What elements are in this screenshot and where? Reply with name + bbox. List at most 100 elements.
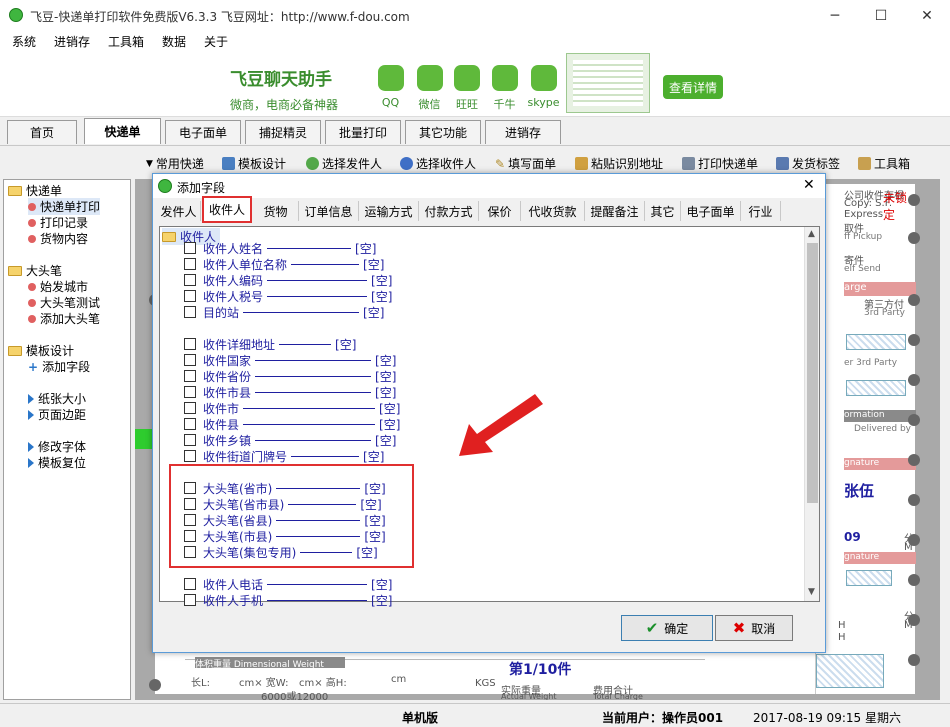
tree-item-font[interactable]: 修改字体 <box>28 438 86 455</box>
common-express-button[interactable]: ▼ 常用快递 <box>146 155 204 172</box>
bullet-icon <box>28 298 36 307</box>
cancel-button[interactable]: ✖ 取消 <box>715 615 793 641</box>
field-row[interactable]: 收件人手机 [空] <box>184 592 392 608</box>
checkbox[interactable] <box>184 578 196 590</box>
checkbox[interactable] <box>184 354 196 366</box>
tab-e-waybill[interactable]: 电子面单 <box>165 120 241 144</box>
tab-other[interactable]: 其它功能 <box>405 120 481 144</box>
tree-group-marker[interactable]: 大头笔 <box>8 262 62 279</box>
qianniu-icon <box>491 65 518 91</box>
close-button[interactable]: ✕ <box>904 0 950 31</box>
tab-capture[interactable]: 捕捉精灵 <box>245 120 321 144</box>
checkbox[interactable] <box>184 434 196 446</box>
dtab-industry[interactable]: 行业 <box>741 201 781 221</box>
field-row[interactable]: 收件人电话 [空] <box>184 576 392 592</box>
pencil-icon <box>222 157 235 170</box>
tab-home[interactable]: 首页 <box>7 120 77 144</box>
scroll-thumb[interactable] <box>807 243 818 503</box>
checkbox[interactable] <box>184 258 196 270</box>
wangwang-app[interactable]: 旺旺 <box>448 65 486 112</box>
skype-app[interactable]: skype <box>523 65 564 112</box>
checkbox[interactable] <box>184 370 196 382</box>
dtab-receiver[interactable]: 收件人 <box>202 196 252 223</box>
scroll-down-icon[interactable]: ▼ <box>808 587 815 597</box>
dtab-insurance[interactable]: 保价 <box>479 201 521 221</box>
tree-item-goods[interactable]: 货物内容 <box>28 230 88 247</box>
fill-waybill-button[interactable]: ✎ 填写面单 <box>495 155 556 172</box>
checkbox[interactable] <box>184 338 196 350</box>
select-sender-button[interactable]: 选择发件人 <box>306 155 382 172</box>
field-row[interactable]: 收件市县 [空] <box>184 384 396 400</box>
checkbox[interactable] <box>184 418 196 430</box>
tree-item-add-field[interactable]: + 添加字段 <box>28 358 90 375</box>
ok-button[interactable]: ✔ 确定 <box>621 615 713 641</box>
wechat-app[interactable]: 微信 <box>411 65 448 112</box>
checkbox[interactable] <box>184 306 196 318</box>
tree-item-reset-template[interactable]: 模板复位 <box>28 454 86 471</box>
field-row[interactable]: 收件县 [空] <box>184 416 400 432</box>
menu-system[interactable]: 系统 <box>12 33 36 50</box>
lock-status[interactable]: 未锁定 <box>883 189 915 223</box>
dtab-cod[interactable]: 代收货款 <box>521 201 585 221</box>
checkbox[interactable] <box>184 274 196 286</box>
triangle-icon <box>28 441 34 452</box>
field-row[interactable]: 收件省份 [空] <box>184 368 396 384</box>
tree-item-origin-city[interactable]: 始发城市 <box>28 278 88 295</box>
shipping-label-button[interactable]: 发货标签 <box>776 155 840 172</box>
dtab-e-waybill[interactable]: 电子面单 <box>681 201 741 221</box>
dtab-order-info[interactable]: 订单信息 <box>299 201 359 221</box>
menu-inventory[interactable]: 进销存 <box>54 33 90 50</box>
leader-line <box>267 247 352 249</box>
tree-item-marker-test[interactable]: 大头笔测试 <box>28 294 100 311</box>
dtab-remarks[interactable]: 提醒备注 <box>585 201 645 221</box>
checkbox[interactable] <box>184 242 196 254</box>
menu-data[interactable]: 数据 <box>162 33 186 50</box>
field-label: 收件乡镇 <box>203 433 252 448</box>
tab-batch-print[interactable]: 批量打印 <box>325 120 401 144</box>
field-row[interactable]: 收件乡镇 [空] <box>184 432 396 448</box>
checkbox[interactable] <box>184 594 196 606</box>
checkbox[interactable] <box>184 402 196 414</box>
field-row[interactable]: 收件人税号 [空] <box>184 288 392 304</box>
dtab-goods[interactable]: 货物 <box>253 201 299 221</box>
tree-item-paper-size[interactable]: 纸张大小 <box>28 390 86 407</box>
tree-group-waybill[interactable]: 快递单 <box>8 182 62 199</box>
dialog-close-icon[interactable]: ✕ <box>803 177 815 193</box>
tree-group-template[interactable]: 模板设计 <box>8 342 74 359</box>
tree-item-page-margin[interactable]: 页面边距 <box>28 406 86 423</box>
maximize-button[interactable]: ☐ <box>858 0 904 31</box>
field-row[interactable]: 收件人单位名称 [空] <box>184 256 384 272</box>
print-waybill-button[interactable]: 打印快递单 <box>682 155 758 172</box>
qianniu-app[interactable]: 千牛 <box>486 65 523 112</box>
field-row[interactable]: 收件人编码 [空] <box>184 272 392 288</box>
view-details-button[interactable]: 查看详情 <box>663 75 723 99</box>
select-receiver-button[interactable]: 选择收件人 <box>400 155 476 172</box>
tree-item-waybill-print[interactable]: 快递单打印 <box>28 198 101 215</box>
menu-toolbox[interactable]: 工具箱 <box>108 33 144 50</box>
dtab-sender[interactable]: 发件人 <box>157 201 201 221</box>
template-design-button[interactable]: 模板设计 <box>222 155 286 172</box>
field-row[interactable]: 收件详细地址 [空] <box>184 336 356 352</box>
dtab-payment[interactable]: 付款方式 <box>419 201 479 221</box>
minimize-button[interactable]: ─ <box>812 0 858 31</box>
menu-about[interactable]: 关于 <box>204 33 228 50</box>
scroll-up-icon[interactable]: ▲ <box>808 229 815 239</box>
dtab-shipping[interactable]: 运输方式 <box>359 201 419 221</box>
checkbox[interactable] <box>184 450 196 462</box>
dtab-other[interactable]: 其它 <box>645 201 681 221</box>
field-row[interactable]: 目的站 [空] <box>184 304 384 320</box>
field-row[interactable]: 收件国家 [空] <box>184 352 396 368</box>
field-row[interactable]: 收件市 [空] <box>184 400 400 416</box>
checkbox[interactable] <box>184 290 196 302</box>
toolbox-button[interactable]: 工具箱 <box>858 155 910 172</box>
qq-app[interactable]: QQ <box>370 65 411 112</box>
field-row[interactable]: 收件人姓名 [空] <box>184 240 376 256</box>
tab-waybill[interactable]: 快递单 <box>84 118 161 144</box>
checkbox[interactable] <box>184 386 196 398</box>
tab-inventory[interactable]: 进销存 <box>485 120 561 144</box>
field-row[interactable]: 收件街道门牌号 [空] <box>184 448 384 464</box>
scrollbar[interactable]: ▲ ▼ <box>804 227 819 601</box>
tree-item-print-records[interactable]: 打印记录 <box>28 214 88 231</box>
paste-address-button[interactable]: 粘贴识别地址 <box>575 155 663 172</box>
tree-item-add-marker[interactable]: 添加大头笔 <box>28 310 100 327</box>
